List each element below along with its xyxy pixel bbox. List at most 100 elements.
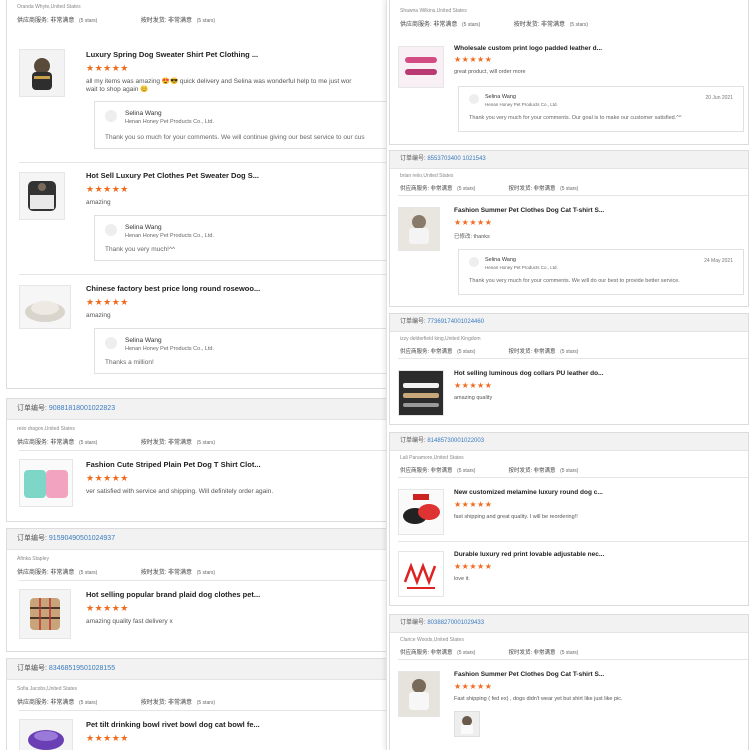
seller-reply: Selina Wang Henan Honey Pet Products Co.… — [458, 249, 744, 295]
product-thumbnail-red-leash[interactable] — [398, 551, 444, 597]
star-rating: ★★★★★ — [86, 603, 129, 613]
review-photo-image — [455, 712, 479, 736]
review-card-right-1: Shawna Wilkins,United States 供应商服务: 非常满意… — [389, 0, 749, 145]
supplier-stars-text: (5 stars) — [79, 18, 98, 24]
order-number-link[interactable]: 83468519501028155 — [49, 665, 115, 672]
product-thumbnail-summer-tshirt[interactable] — [398, 207, 440, 251]
product-title[interactable]: Hot selling luminous dog collars PU leat… — [454, 370, 604, 377]
order-number-link[interactable]: 8553703400 1021543 — [427, 156, 485, 162]
supplier-stars-text: (5 stars) — [457, 468, 476, 474]
reply-date: 24 May 2021 — [704, 258, 733, 264]
product-title[interactable]: Wholesale custom print logo padded leath… — [454, 45, 602, 52]
product-title[interactable]: New customized melamine luxury round dog… — [454, 489, 603, 496]
reply-date: 20 Jun 2021 — [705, 95, 733, 101]
product-thumbnail-tilt-bowl[interactable] — [19, 719, 73, 750]
product-title[interactable]: Hot Sell Luxury Pet Clothes Pet Sweater … — [86, 171, 259, 180]
review-comment: all my items was amazing 😍😎 quick delive… — [86, 78, 352, 85]
product-title[interactable]: Hot selling popular brand plaid dog clot… — [86, 590, 260, 599]
review-comment: amazing quality fast delivery x — [86, 618, 173, 625]
supplier-service-label: 供应商服务: 非常满意 — [400, 650, 453, 656]
pet-bed-image — [20, 286, 70, 328]
supplier-service-label: 供应商服务: 非常满意 — [17, 700, 75, 706]
seller-company: Henan Honey Pet Products Co., Ltd. — [125, 119, 214, 125]
product-thumbnail-striped-shirt[interactable] — [19, 459, 73, 507]
order-no-label: 订单编号: — [400, 438, 426, 444]
product-thumbnail-luminous-collar[interactable] — [398, 370, 444, 416]
rating-line: 供应商服务: 非常满意 (5 stars) 按时发货: 非常满意 (5 star… — [7, 12, 387, 25]
seller-reply-text: Thank you very much for your comments. W… — [469, 278, 680, 284]
rating-line: 供应商服务: 非常满意 (5 stars) 按时发货: 非常满意 (5 star… — [390, 344, 748, 357]
divider — [398, 659, 748, 660]
product-title[interactable]: Durable luxury red print lovable adjusta… — [454, 551, 604, 558]
seller-reply: Selina Wang Henan Honey Pet Products Co.… — [458, 86, 744, 132]
product-thumbnail-summer-tshirt[interactable] — [398, 671, 440, 717]
review-comment: amazing — [86, 312, 111, 319]
supplier-service-label: 供应商服务: 非常满意 — [17, 18, 75, 24]
divider — [19, 580, 387, 581]
order-header: 订单编号: 80388270001029433 — [390, 615, 748, 633]
seller-name: Selina Wang — [125, 110, 162, 117]
product-title[interactable]: Fashion Summer Pet Clothes Dog Cat T-shi… — [454, 207, 604, 214]
review-comment: love it. — [454, 576, 470, 582]
shipping-label: 按时发货: 非常满意 — [140, 570, 193, 576]
seller-name: Selina Wang — [485, 257, 516, 263]
order-no-label: 订单编号: — [400, 156, 426, 162]
product-thumbnail-plaid-clothes[interactable] — [19, 589, 71, 639]
star-rating: ★★★★★ — [86, 473, 129, 483]
buyer-name: izzy delderfield king,United Kingdom — [400, 336, 481, 342]
summer-tshirt-image — [399, 208, 439, 250]
order-header: 订单编号: 8553703400 1021543 — [390, 151, 748, 169]
order-number-link[interactable]: 80388270001029433 — [427, 620, 484, 626]
review-card-4: 订单编号: 83468519501028155 Sofia Jacobs,Uni… — [6, 658, 388, 750]
seller-reply-text: Thank you very much!^^ — [105, 246, 176, 253]
product-title[interactable]: Chinese factory best price long round ro… — [86, 284, 260, 293]
review-card-1: Oranda Whyte,United States 供应商服务: 非常满意 (… — [6, 0, 388, 389]
product-title[interactable]: Fashion Cute Striped Plain Pet Dog T Shi… — [86, 460, 261, 469]
star-rating: ★★★★★ — [454, 500, 493, 509]
shipping-stars-text: (5 stars) — [196, 440, 216, 446]
order-header: 订单编号: 91590490501024937 — [7, 529, 387, 550]
seller-avatar — [105, 224, 117, 236]
shipping-label: 按时发货: 非常满意 — [140, 700, 193, 706]
star-rating: ★★★★★ — [454, 381, 493, 390]
seller-reply: Selina Wang Henan Honey Pet Products Co.… — [94, 215, 387, 261]
seller-name: Selina Wang — [485, 94, 516, 100]
supplier-stars-text: (5 stars) — [457, 650, 476, 656]
product-title[interactable]: Fashion Summer Pet Clothes Dog Cat T-shi… — [454, 671, 604, 678]
order-no-label: 订单编号: — [400, 620, 426, 626]
buyer-name: brian reiio,United States — [400, 173, 454, 179]
product-title[interactable]: Pet tilt drinking bowl rivet bowl dog ca… — [86, 720, 260, 729]
product-thumbnail-melamine-bowl[interactable] — [398, 489, 444, 535]
review-comment-line2: wait to shop again 😊 — [86, 86, 149, 93]
buyer-name: Afinka Stapley — [17, 556, 49, 562]
seller-avatar — [105, 337, 117, 349]
shipping-stars-text: (5 stars) — [560, 468, 579, 474]
left-screenshot-panel: Oranda Whyte,United States 供应商服务: 非常满意 (… — [0, 0, 392, 750]
product-thumbnail-pet-bed[interactable] — [19, 285, 71, 329]
order-number-link[interactable]: 90881818001022823 — [49, 405, 115, 412]
order-no-label: 订单编号: — [17, 535, 47, 542]
product-title[interactable]: Luxury Spring Dog Sweater Shirt Pet Clot… — [86, 50, 258, 59]
supplier-service-label: 供应商服务: 非常满意 — [17, 440, 75, 446]
divider — [398, 477, 748, 478]
shipping-label: 按时发货: 非常满意 — [513, 22, 566, 28]
order-number-link[interactable]: 91590490501024937 — [49, 535, 115, 542]
seller-reply: Selina Wang Henan Honey Pet Products Co.… — [94, 101, 387, 149]
order-number-link[interactable]: 77369174001024460 — [427, 319, 484, 325]
divider — [398, 195, 748, 196]
product-thumbnail-sweater-dog[interactable] — [19, 49, 65, 97]
supplier-stars-text: (5 stars) — [79, 700, 98, 706]
product-thumbnail-leather-collar[interactable] — [398, 46, 444, 88]
buyer-name: Sofia Jacobs,United States — [17, 686, 78, 692]
review-comment: ver satisfied with service and shipping.… — [86, 488, 274, 495]
product-thumbnail-pet-sweater[interactable] — [19, 172, 65, 220]
seller-reply-text: Thanks a million! — [105, 359, 154, 366]
review-photo[interactable] — [454, 711, 480, 737]
dog-sweater-image — [20, 50, 64, 96]
supplier-stars-text: (5 stars) — [79, 570, 98, 576]
supplier-stars-text: (5 stars) — [79, 440, 98, 446]
buyer-name: Shawna Wilkins,United States — [400, 8, 467, 14]
plaid-clothes-image — [20, 590, 70, 638]
supplier-stars-text: (5 stars) — [462, 22, 481, 28]
order-number-link[interactable]: 81485730001022003 — [427, 438, 484, 444]
